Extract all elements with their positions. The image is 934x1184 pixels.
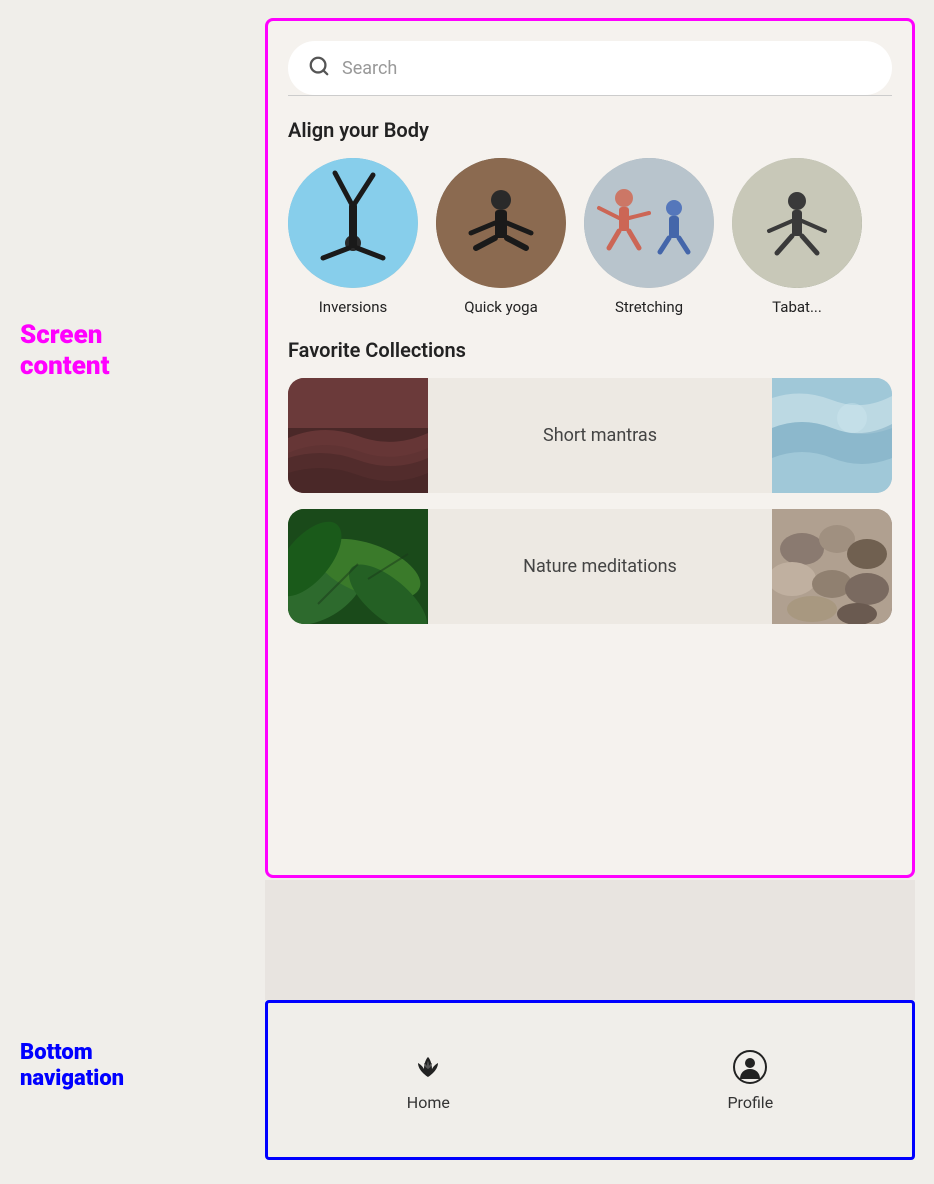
quick-yoga-label: Quick yoga xyxy=(464,298,538,316)
align-body-title: Align your Body xyxy=(288,118,892,142)
search-icon xyxy=(308,55,330,81)
collection-nature[interactable]: Nature meditations xyxy=(288,509,892,624)
profile-icon xyxy=(732,1049,768,1085)
profile-label: Profile xyxy=(727,1093,773,1112)
category-quick-yoga[interactable]: Quick yoga xyxy=(436,158,566,316)
tabata-circle xyxy=(732,158,862,288)
screen-content-area: Search Align your Body xyxy=(265,18,915,878)
stretching-circle xyxy=(584,158,714,288)
nature-thumbnail xyxy=(288,509,428,624)
mantras-thumbnail xyxy=(288,378,428,493)
category-inversions[interactable]: Inversions xyxy=(288,158,418,316)
below-screen-area xyxy=(265,880,915,1000)
quick-yoga-circle xyxy=(436,158,566,288)
search-bar[interactable]: Search xyxy=(288,41,892,95)
search-placeholder: Search xyxy=(342,58,872,79)
tabata-label: Tabat... xyxy=(772,298,822,316)
nav-profile[interactable]: Profile xyxy=(687,1039,813,1122)
mantras-label: Short mantras xyxy=(428,378,772,493)
inversions-label: Inversions xyxy=(319,298,388,316)
inversions-circle xyxy=(288,158,418,288)
categories-row: Inversions xyxy=(268,158,912,316)
home-label: Home xyxy=(407,1093,450,1112)
screen-content-label: Screencontent xyxy=(20,320,110,382)
stones-thumbnail xyxy=(772,509,892,624)
nav-home[interactable]: Home xyxy=(367,1039,490,1122)
collection-mantras[interactable]: Short mantras xyxy=(288,378,892,493)
category-stretching[interactable]: Stretching xyxy=(584,158,714,316)
bottom-nav-label: Bottomnavigation xyxy=(20,1040,124,1093)
category-tabata[interactable]: Tabat... xyxy=(732,158,862,316)
collections-row: Short mantras xyxy=(268,378,912,624)
nature-label: Nature meditations xyxy=(428,509,772,624)
water-thumbnail xyxy=(772,378,892,493)
stretching-label: Stretching xyxy=(615,298,683,316)
favorite-collections-title: Favorite Collections xyxy=(288,338,892,362)
home-icon xyxy=(410,1049,446,1085)
search-divider xyxy=(288,95,892,96)
bottom-navigation: Home Profile xyxy=(265,1000,915,1160)
